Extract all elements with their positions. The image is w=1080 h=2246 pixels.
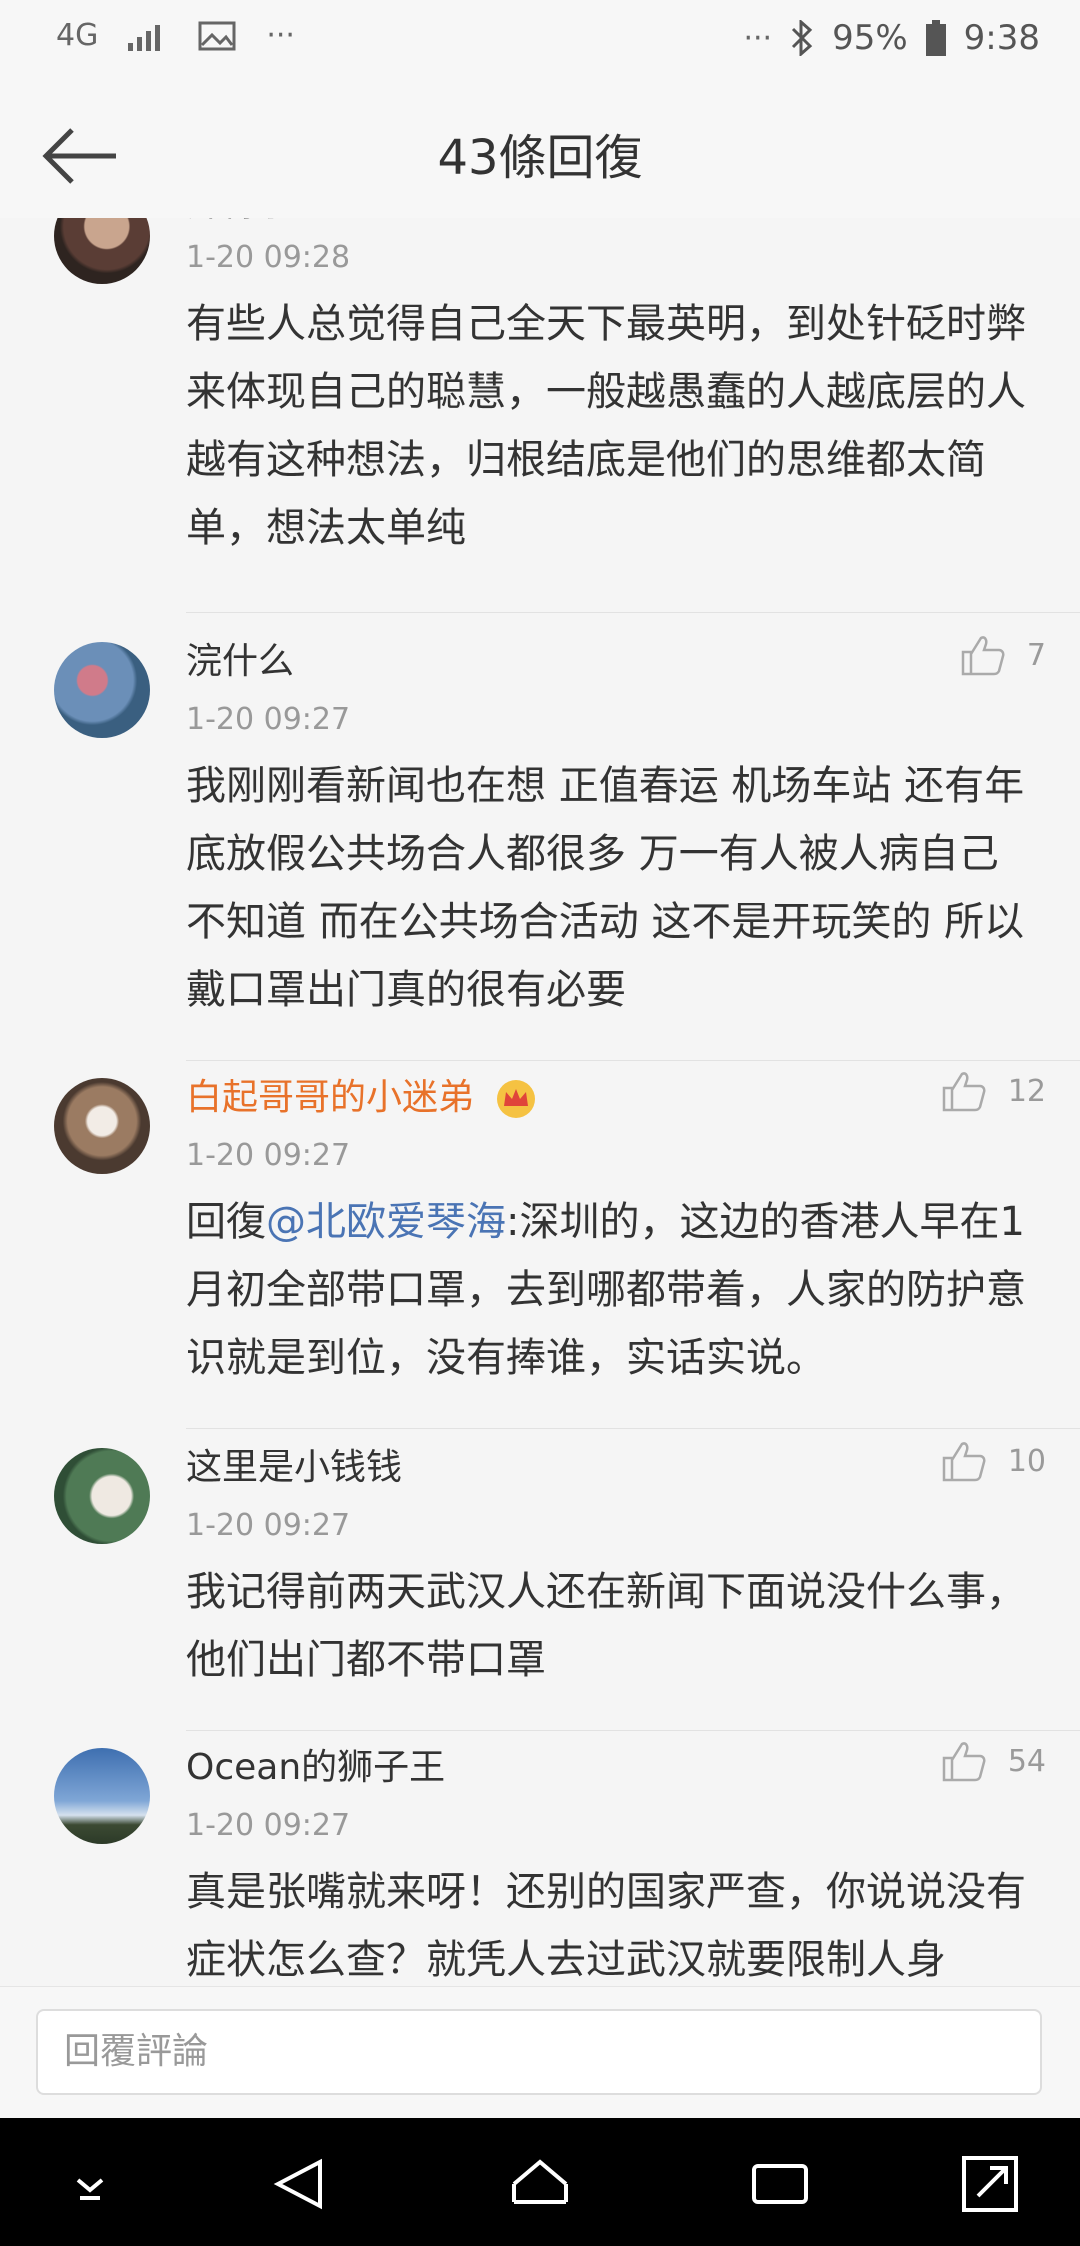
like-button[interactable]: 7 (959, 632, 1046, 678)
reply-input[interactable]: 回覆評論 (36, 2009, 1042, 2095)
network-indicator: 4G (56, 18, 99, 53)
comment-item: 这里是小钱钱 10 1-20 09:27 我记得前两天武汉人还在新闻下面说没什么… (0, 1430, 1080, 1731)
like-button[interactable]: 12 (940, 1068, 1046, 1114)
comment-text: 真是张嘴就来呀！还别的国家严查，你说说没有症状怎么查？就凭人去过武汉就要限制人身 (186, 1869, 1026, 1983)
username-text: 白起哥哥的小迷弟 (186, 1077, 475, 1118)
like-count: 7 (1026, 637, 1046, 673)
image-icon (198, 21, 236, 50)
navigation-bar (0, 2118, 1080, 2246)
divider (186, 1428, 1080, 1429)
comment-item: 开得了口mmm 19 1-20 09:28 有些人总觉得自己全天下最英明，到处针… (0, 218, 1080, 624)
comment-username[interactable]: 白起哥哥的小迷弟 (186, 1068, 537, 1120)
comment-username[interactable]: 浣什么 (186, 632, 294, 684)
comment-list[interactable]: 开得了口mmm 19 1-20 09:28 有些人总觉得自己全天下最英明，到处针… (0, 218, 1080, 1986)
comment-text: 回復@北欧爱琴海:深圳的，这边的香港人早在1月初全部带口罩，去到哪都带着，人家的… (186, 1188, 1036, 1392)
thumbs-up-icon (942, 1742, 986, 1782)
comment-time: 1-20 09:28 (186, 240, 351, 275)
mention-link[interactable]: @北欧爱琴海 (266, 1199, 506, 1245)
avatar[interactable] (54, 1448, 150, 1544)
like-count: 12 (1007, 1073, 1046, 1109)
battery-icon (925, 20, 946, 56)
comment-text: 我记得前两天武汉人还在新闻下面说没什么事，他们出门都不带口罩 (186, 1569, 1026, 1683)
like-button[interactable]: 54 (940, 1738, 1046, 1784)
battery-percent: 95% (832, 18, 908, 58)
home-nav-icon[interactable] (508, 2152, 572, 2216)
comment-time: 1-20 09:27 (186, 1508, 351, 1543)
thumbs-up-icon (942, 1072, 986, 1112)
more-notifications: ··· (266, 18, 295, 53)
comment-item: 白起哥哥的小迷弟 12 1-20 09:27 回復@北欧爱琴海:深圳的，这边的香… (0, 1060, 1080, 1430)
like-count: 10 (1007, 1443, 1046, 1479)
header: 43條回復 (0, 90, 1080, 219)
status-bar: 4G ··· ··· 95% 9:38 (0, 0, 1080, 90)
page-title: 43條回復 (437, 130, 643, 186)
like-button[interactable]: 10 (940, 1438, 1046, 1484)
avatar[interactable] (54, 642, 150, 738)
clock: 9:38 (963, 18, 1040, 58)
more-status: ··· (743, 20, 773, 56)
comment-item: 浣什么 7 1-20 09:27 我刚刚看新闻也在想 正值春运 机场车站 还有年… (0, 624, 1080, 1061)
comment-text: 我刚刚看新闻也在想 正值春运 机场车站 还有年底放假公共场合人都很多 万一有人被… (186, 763, 1025, 1013)
like-count: 54 (1007, 1743, 1046, 1779)
avatar[interactable] (54, 1748, 150, 1844)
hide-keyboard-icon[interactable] (58, 2152, 122, 2216)
comment-username[interactable]: Ocean的狮子王 (186, 1738, 445, 1790)
recent-apps-icon[interactable] (748, 2152, 812, 2216)
comment-time: 1-20 09:27 (186, 1808, 351, 1843)
reply-bar: 回覆評論 (0, 1986, 1080, 2119)
avatar[interactable] (54, 1078, 150, 1174)
avatar[interactable] (54, 218, 150, 284)
signal-icon (128, 24, 161, 51)
reply-prefix: 回復 (186, 1199, 266, 1245)
thumbs-up-icon (961, 636, 1005, 676)
comment-item: Ocean的狮子王 54 1-20 09:27 真是张嘴就来呀！还别的国家严查，… (0, 1730, 1080, 1986)
comment-time: 1-20 09:27 (186, 1138, 351, 1173)
back-nav-icon[interactable] (268, 2152, 332, 2216)
expand-icon[interactable] (958, 2152, 1022, 2216)
thumbs-up-icon (942, 1442, 986, 1482)
bluetooth-icon (792, 20, 813, 56)
comment-username[interactable]: 这里是小钱钱 (186, 1438, 402, 1490)
comment-time: 1-20 09:27 (186, 702, 351, 737)
crown-vip-icon (497, 1080, 536, 1118)
comment-text: 有些人总觉得自己全天下最英明，到处针砭时弊来体现自己的聪慧，一般越愚蠢的人越底层… (186, 301, 1026, 551)
divider (186, 612, 1080, 613)
comment-username[interactable]: 开得了口mmm (186, 218, 435, 226)
